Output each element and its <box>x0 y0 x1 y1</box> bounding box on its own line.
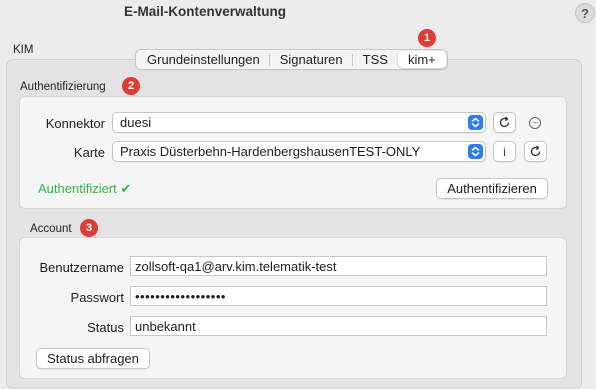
tab-kim-plus[interactable]: kim+ <box>397 51 446 68</box>
refresh-icon <box>530 145 541 157</box>
title-bar: E-Mail-Kontenverwaltung ? <box>0 0 596 26</box>
help-icon: ? <box>581 5 589 21</box>
annotation-badge-1: 1 <box>418 29 436 47</box>
more-icon[interactable]: ··· <box>529 117 541 129</box>
chevron-updown-icon <box>468 115 483 130</box>
password-label: Passwort <box>70 290 124 305</box>
window-title: E-Mail-Kontenverwaltung <box>123 4 286 19</box>
konnektor-refresh-button[interactable] <box>493 112 516 133</box>
tab-signaturen[interactable]: Signaturen <box>270 51 353 68</box>
chevron-updown-icon <box>468 144 483 159</box>
refresh-icon <box>499 116 510 128</box>
group-title-authentifizierung: Authentifizierung <box>20 81 106 93</box>
konnektor-value: duesi <box>120 115 152 130</box>
status-field: unbekannt <box>130 316 547 336</box>
karte-info-button[interactable]: i <box>493 141 516 162</box>
password-field[interactable]: •••••••••••••••••• <box>130 286 547 306</box>
status-label: Status <box>87 320 124 335</box>
annotation-badge-3: 3 <box>80 219 98 237</box>
karte-select[interactable]: Praxis Düsterbehn-HardenbergshausenTEST-… <box>112 141 486 162</box>
karte-value: Praxis Düsterbehn-HardenbergshausenTEST-… <box>120 144 421 159</box>
authentication-status: Authentifiziert ✔ <box>38 181 132 196</box>
tab-tss[interactable]: TSS <box>353 51 398 68</box>
authenticate-button[interactable]: Authentifizieren <box>436 178 548 199</box>
help-button[interactable]: ? <box>575 3 595 23</box>
annotation-badge-2: 2 <box>122 77 140 95</box>
query-status-button[interactable]: Status abfragen <box>36 348 150 369</box>
info-icon: i <box>503 144 506 159</box>
section-label-kim: KIM <box>13 44 34 56</box>
username-label: Benutzername <box>39 260 124 275</box>
konnektor-label: Konnektor <box>45 116 105 131</box>
konnektor-select[interactable]: duesi <box>112 112 486 133</box>
username-field[interactable]: zollsoft-qa1@arv.kim.telematik-test <box>130 256 547 276</box>
tab-bar: Grundeinstellungen Signaturen TSS kim+ <box>135 49 448 70</box>
karte-label: Karte <box>73 145 105 160</box>
karte-refresh-button[interactable] <box>524 141 547 162</box>
tab-grundeinstellungen[interactable]: Grundeinstellungen <box>137 51 270 68</box>
group-title-account: Account <box>30 223 72 235</box>
